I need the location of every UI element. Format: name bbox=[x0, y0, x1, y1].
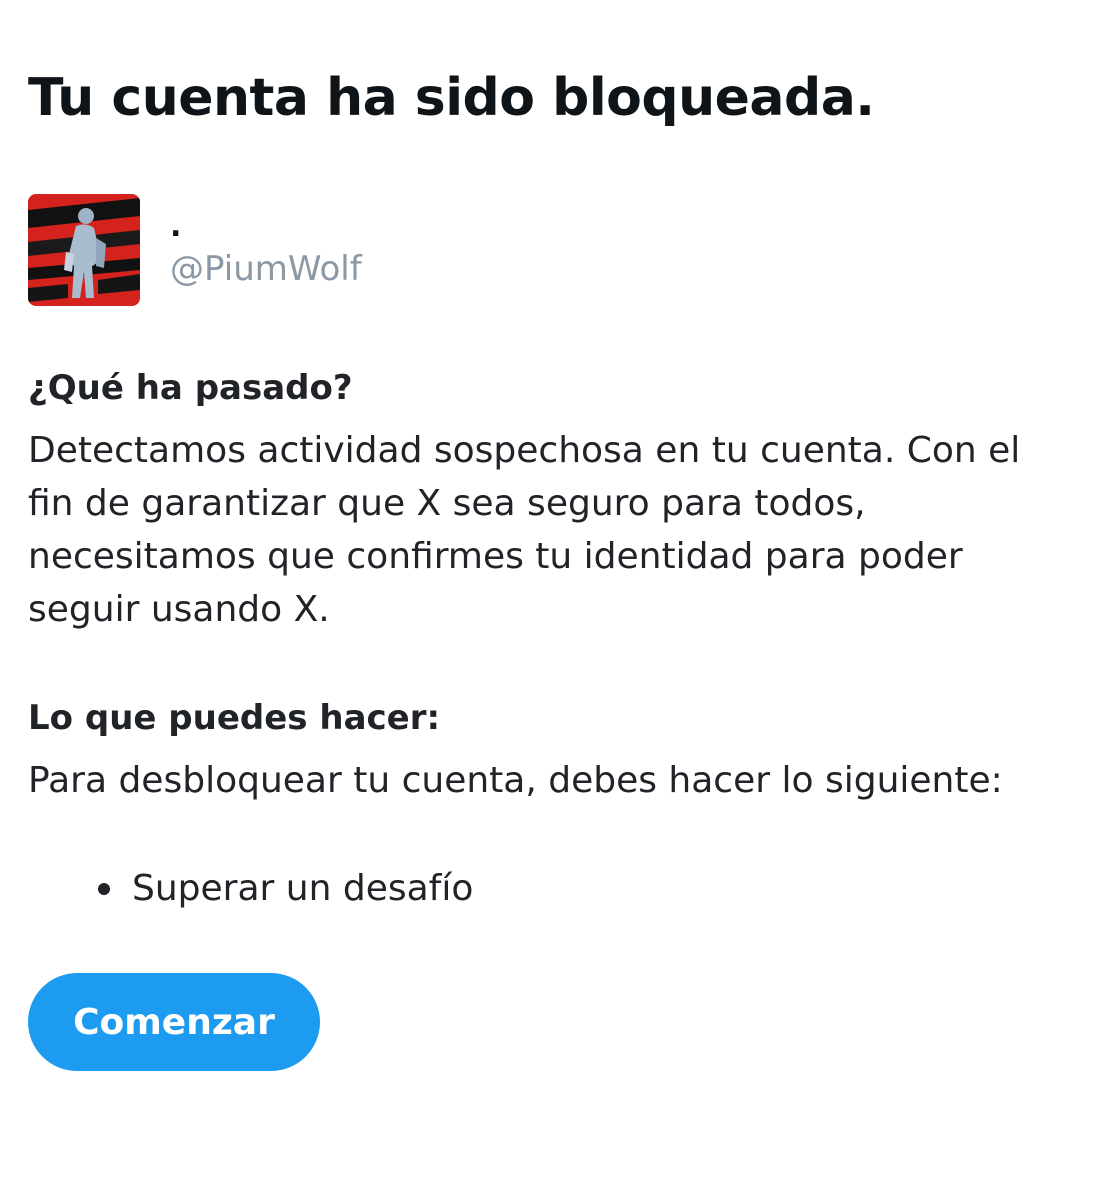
account-profile: . @PiumWolf bbox=[28, 194, 362, 306]
avatar bbox=[28, 194, 140, 306]
step-label: Superar un desafío bbox=[132, 868, 474, 909]
start-button[interactable]: Comenzar bbox=[28, 973, 320, 1071]
account-handle: @PiumWolf bbox=[170, 249, 362, 289]
what-happened-text: Detectamos actividad sospechosa en tu cu… bbox=[28, 430, 1021, 630]
display-name: . bbox=[170, 209, 182, 244]
unlock-steps-list: Superar un desafío bbox=[98, 862, 473, 916]
account-identity: . @PiumWolf bbox=[170, 194, 362, 306]
what-you-can-do-heading: Lo que puedes hacer: bbox=[28, 698, 441, 738]
what-you-can-do-text: Para desbloquear tu cuenta, debes hacer … bbox=[28, 760, 1003, 801]
page-title: Tu cuenta ha sido bloqueada. bbox=[28, 68, 875, 128]
profile-photo-icon bbox=[28, 194, 140, 306]
list-item: Superar un desafío bbox=[98, 862, 473, 916]
what-happened-heading: ¿Qué ha pasado? bbox=[28, 368, 353, 408]
bullet-icon bbox=[98, 883, 110, 895]
